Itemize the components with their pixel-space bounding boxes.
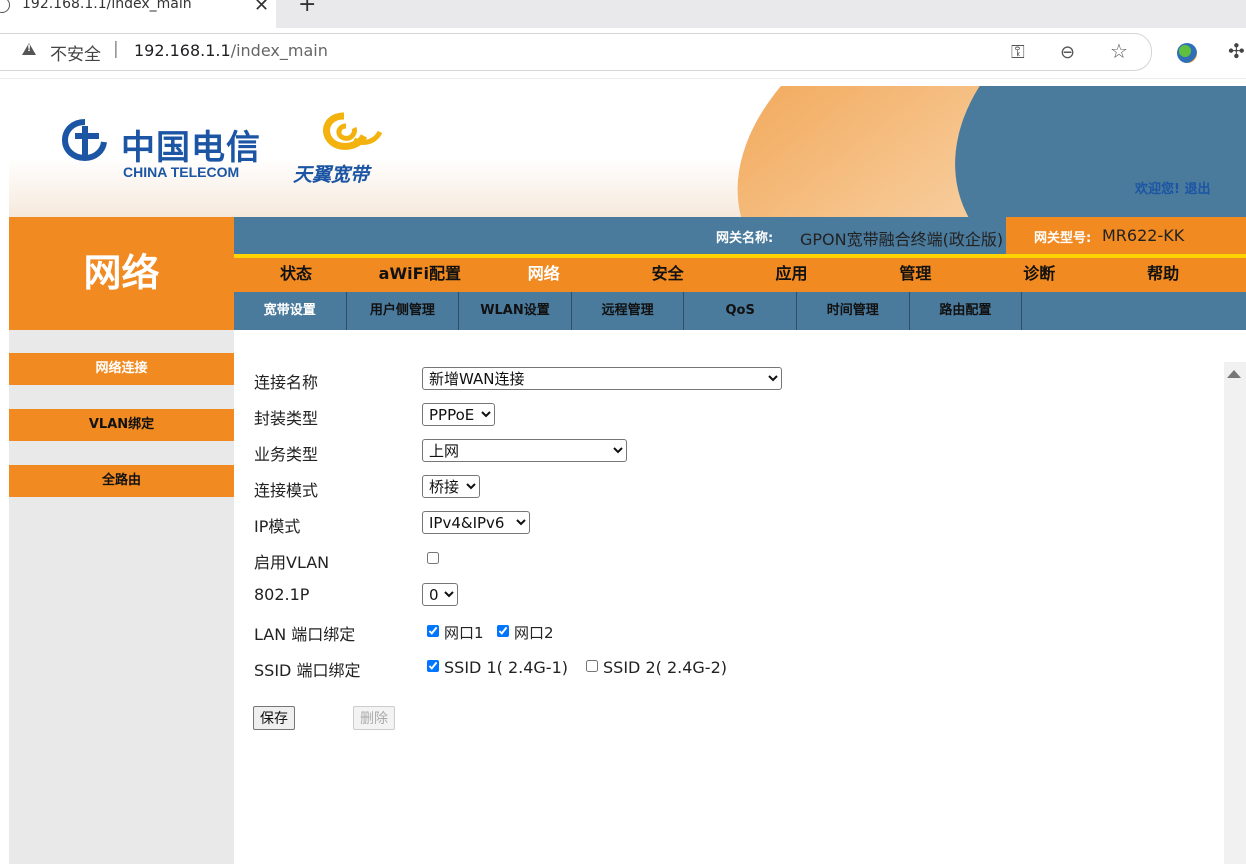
warning-icon[interactable] [22, 43, 36, 55]
gateway-model-value: MR622-KK [1102, 226, 1185, 245]
connection-name-label: 连接名称 [254, 373, 319, 392]
tianyi-brand: 天翼宽带 [293, 164, 370, 186]
lan-port1-checkbox[interactable] [427, 625, 439, 637]
scrollbar[interactable] [1224, 362, 1246, 864]
sub-nav-time[interactable]: 时间管理 [797, 292, 910, 330]
extension-icon[interactable] [1177, 43, 1197, 63]
scroll-up-icon[interactable] [1227, 370, 1241, 378]
lan-port1-label: 网口1 [444, 624, 484, 642]
dot1p-label: 802.1P [254, 585, 310, 604]
sub-nav-broadband[interactable]: 宽带设置 [234, 292, 347, 330]
ip-mode-select[interactable]: IPv4&IPv6 [422, 511, 530, 534]
url-text[interactable]: 192.168.1.1/index_main [134, 41, 328, 60]
puzzle-icon[interactable]: ✣ [1228, 39, 1245, 63]
main-nav-diagnosis[interactable]: 诊断 [977, 258, 1101, 292]
main-nav-security[interactable]: 安全 [606, 258, 730, 292]
dot1p-select[interactable]: 0 [422, 583, 458, 606]
url-path: /index_main [230, 41, 328, 60]
tab-title: 192.168.1.1/index_main [22, 0, 192, 12]
sidebar-item-vlan-binding[interactable]: VLAN绑定 [9, 409, 234, 441]
logo-chinese: 中国电信 [121, 128, 261, 168]
url-separator: | [113, 39, 119, 59]
delete-button[interactable]: 删除 [353, 706, 395, 730]
main-nav-status[interactable]: 状态 [234, 258, 358, 292]
sub-nav: 宽带设置 用户侧管理 WLAN设置 远程管理 QoS 时间管理 路由配置 [234, 292, 1246, 330]
globe-icon [0, 0, 10, 13]
conn-mode-select[interactable]: 桥接 [422, 475, 480, 498]
gateway-model-label: 网关型号: [1034, 231, 1092, 246]
sub-nav-qos[interactable]: QoS [684, 292, 797, 330]
key-icon[interactable]: ⚿ [1011, 42, 1025, 63]
encap-type-label: 封装类型 [254, 409, 319, 428]
service-type-label: 业务类型 [254, 445, 319, 464]
lan-bind-label: LAN 端口绑定 [254, 625, 356, 644]
main-nav: 状态 aWiFi配置 网络 安全 应用 管理 诊断 帮助 [234, 258, 1246, 292]
ip-mode-label: IP模式 [254, 517, 301, 536]
conn-mode-label: 连接模式 [254, 481, 319, 500]
lan-port2-checkbox[interactable] [497, 625, 509, 637]
encap-type-select[interactable]: PPPoE [422, 403, 495, 426]
ssid2-label: SSID 2( 2.4G-2) [603, 658, 727, 677]
main-nav-management[interactable]: 管理 [853, 258, 977, 292]
browser-tab-bar: 192.168.1.1/index_main ✕ + [0, 0, 1246, 28]
star-icon[interactable]: ☆ [1110, 39, 1128, 63]
new-tab-button[interactable]: + [298, 0, 316, 17]
sidebar-item-network-connection[interactable]: 网络连接 [9, 353, 234, 385]
welcome-text: 欢迎您! [1135, 182, 1180, 197]
main-nav-network[interactable]: 网络 [482, 258, 606, 292]
save-button[interactable]: 保存 [253, 706, 295, 730]
sub-nav-wlan[interactable]: WLAN设置 [459, 292, 572, 330]
main-nav-application[interactable]: 应用 [730, 258, 854, 292]
sub-nav-route[interactable]: 路由配置 [910, 292, 1023, 330]
zoom-out-icon[interactable]: ⊖ [1060, 42, 1075, 63]
ssid1-label: SSID 1( 2.4G-1) [444, 658, 568, 677]
connection-name-select[interactable]: 新增WAN连接 [422, 367, 782, 390]
tianyi-logo-icon [323, 112, 383, 150]
lan-port2-label: 网口2 [514, 624, 554, 642]
sidebar-item-full-routing[interactable]: 全路由 [9, 465, 234, 497]
vlan-enable-label: 启用VLAN [254, 553, 330, 572]
vlan-enable-checkbox[interactable] [427, 552, 439, 564]
url-host: 192.168.1.1 [134, 41, 231, 60]
address-bar: 不安全 | 192.168.1.1/index_main ⚿ ⊖ ☆ ✣ [0, 28, 1246, 79]
gateway-name-label: 网关名称: [716, 231, 774, 246]
close-tab-icon[interactable]: ✕ [254, 0, 269, 16]
main-nav-help[interactable]: 帮助 [1101, 258, 1225, 292]
browser-tab[interactable]: 192.168.1.1/index_main ✕ [0, 0, 276, 28]
sub-nav-remote[interactable]: 远程管理 [572, 292, 685, 330]
section-title: 网络 [9, 217, 234, 330]
sub-nav-user-side[interactable]: 用户侧管理 [347, 292, 460, 330]
logout-link[interactable]: 退出 [1184, 182, 1210, 197]
china-telecom-logo-icon [61, 119, 107, 162]
ssid2-checkbox[interactable] [586, 660, 598, 672]
page-header: 中国电信 CHINA TELECOM 天翼宽带 欢迎您! 退出 [9, 86, 1246, 217]
content-area [234, 330, 1224, 864]
welcome-area: 欢迎您! 退出 [1135, 178, 1210, 197]
main-nav-awifi[interactable]: aWiFi配置 [358, 258, 482, 292]
gateway-name-value: GPON宽带融合终端(政企版) [800, 230, 1004, 249]
service-type-select[interactable]: 上网 [422, 439, 627, 462]
ssid-bind-label: SSID 端口绑定 [254, 661, 361, 680]
ssid1-checkbox[interactable] [427, 660, 439, 672]
security-label[interactable]: 不安全 [50, 40, 101, 65]
logo-english: CHINA TELECOM [123, 164, 240, 180]
